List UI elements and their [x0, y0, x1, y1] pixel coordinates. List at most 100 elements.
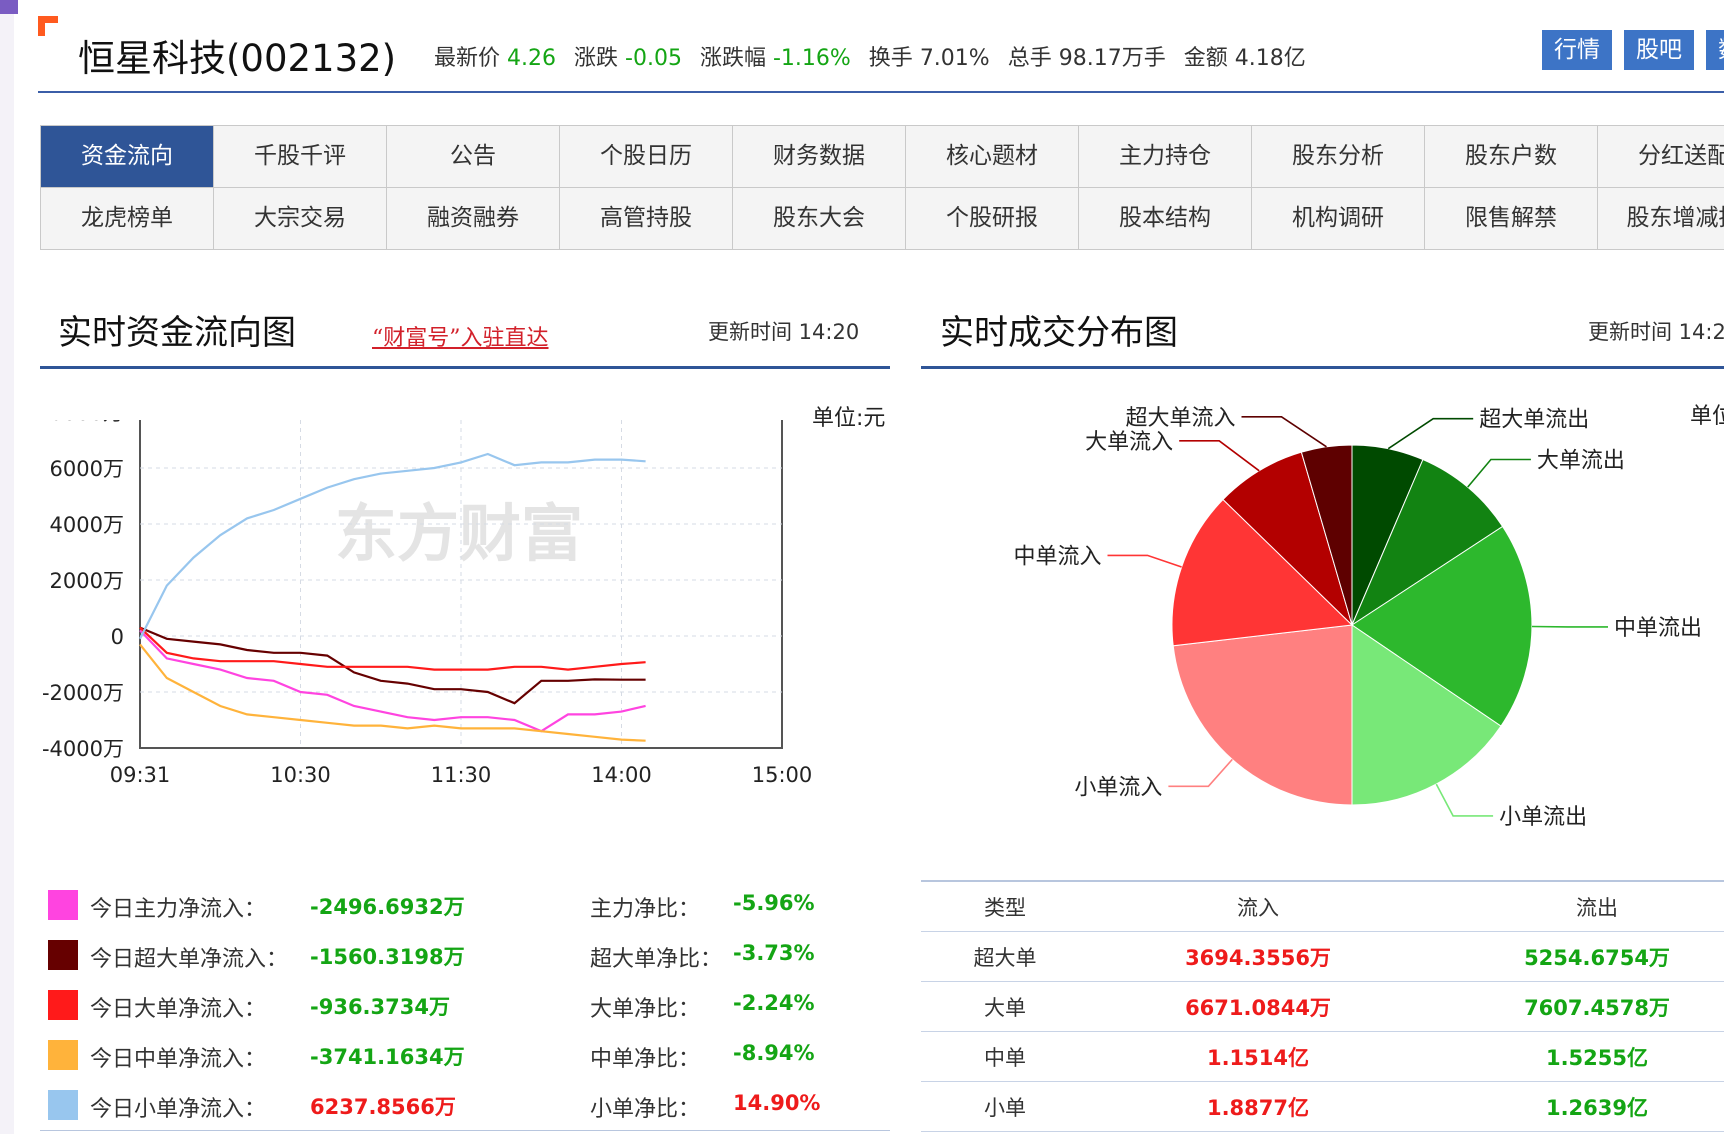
table-cell: 1.5255亿: [1545, 1045, 1649, 1070]
flow-line-chart: 东方财富 8000万 6000万 4000万 2000万 0 -2000万 -4000万09:…: [42, 420, 813, 787]
nav-tab[interactable]: 个股研报: [906, 188, 1079, 250]
distribution-update-time: 更新时间 14:20: [1588, 320, 1724, 344]
legend-ratio-value: -5.96%: [733, 891, 815, 915]
nav-tab[interactable]: 大宗交易: [214, 188, 387, 250]
legend-swatch: [48, 1090, 78, 1120]
legend-row: 今日小单净流入： 6237.8566万 小单净比： 14.90%: [48, 1082, 898, 1132]
quote-value: 98.17万手: [1058, 46, 1166, 71]
nav-tab[interactable]: 股东分析: [1252, 126, 1425, 188]
table-cell: 小单: [984, 1095, 1026, 1120]
nav-tab[interactable]: 限售解禁: [1425, 188, 1598, 250]
legend-ratio-label: 主力净比：: [590, 897, 701, 922]
watermark-text: 东方财富: [335, 497, 583, 570]
quote-item: 金额 4.18亿: [1184, 46, 1306, 71]
series-line-3: [139, 643, 646, 742]
nav-tab[interactable]: 千股千评: [214, 126, 387, 188]
legend-row: 今日超大单净流入： -1560.3198万 超大单净比： -3.73%: [48, 932, 898, 982]
nav-tab[interactable]: 核心题材: [906, 126, 1079, 188]
quote-value: 4.26: [507, 46, 556, 71]
nav-tab[interactable]: 资金流向: [41, 126, 214, 188]
quote-value: -1.16%: [772, 46, 851, 71]
legend-swatch: [48, 990, 78, 1020]
legend-value: -2496.6932万: [310, 895, 465, 919]
top-button-2[interactable]: 数: [1706, 30, 1724, 70]
distribution-section-rule: [921, 366, 1724, 369]
table-cell: 中单: [984, 1045, 1026, 1070]
nav-tab[interactable]: 股东户数: [1425, 126, 1598, 188]
stock-title: 恒星科技(002132): [78, 37, 397, 80]
table-header-cell: 流出: [1576, 895, 1618, 920]
top-button-0[interactable]: 行情: [1542, 30, 1612, 70]
pie-label: 中单流入: [1014, 544, 1102, 569]
pie-leader-line: [1107, 554, 1182, 568]
legend-label: 今日大单净流入：: [90, 997, 267, 1022]
legend-label: 今日中单净流入：: [90, 1047, 267, 1072]
y-tick-label: 4000万: [50, 513, 124, 537]
table-cell: 1.1514亿: [1206, 1045, 1310, 1070]
pie-label: 中单流出: [1614, 616, 1702, 641]
caifuhao-link[interactable]: “财富号”入驻直达: [372, 320, 549, 352]
nav-tab[interactable]: 融资融券: [387, 188, 560, 250]
corner-mark: [0, 0, 18, 14]
table-row: 超大单 3694.3556万 5254.6754万: [921, 932, 1724, 982]
table-cell: 大单: [984, 995, 1026, 1020]
quote-label: 涨跌: [574, 46, 619, 71]
table-cell: 1.2639亿: [1545, 1095, 1649, 1120]
table-cell: 7607.4578万: [1524, 995, 1670, 1020]
flow-legend: 今日主力净流入： -2496.6932万 主力净比： -5.96% 今日超大单净流入： -…: [48, 882, 898, 1132]
pie-label: 小单流出: [1499, 805, 1587, 830]
table-row: 中单 1.1514亿 1.5255亿: [921, 1032, 1724, 1082]
pie-slice-4: [1172, 624, 1353, 806]
legend-label: 今日小单净流入：: [90, 1097, 267, 1122]
quote-label: 换手: [868, 46, 913, 71]
nav-tab[interactable]: 股本结构: [1079, 188, 1252, 250]
nav-tab[interactable]: 主力持仓: [1079, 126, 1252, 188]
table-header-cell: 类型: [984, 895, 1026, 920]
legend-row: 今日主力净流入： -2496.6932万 主力净比： -5.96%: [48, 882, 898, 932]
nav-tab[interactable]: 财务数据: [733, 126, 906, 188]
nav-tab[interactable]: 高管持股: [560, 188, 733, 250]
table-cell: 6671.0844万: [1185, 995, 1331, 1020]
y-tick-label: 2000万: [50, 569, 124, 593]
legend-ratio-label: 大单净比：: [590, 997, 701, 1022]
table-cell: 1.8877亿: [1206, 1095, 1310, 1120]
y-tick-label: -4000万: [42, 737, 124, 761]
pie-label: 超大单流出: [1479, 408, 1589, 433]
legend-ratio-value: -8.94%: [733, 1041, 815, 1065]
nav-tab[interactable]: 股东增减持: [1598, 188, 1724, 250]
x-tick-label: 15:00: [752, 763, 813, 787]
quote-label: 金额: [1183, 46, 1228, 71]
x-tick-label: 09:31: [110, 763, 171, 787]
pie-leader-line: [1467, 458, 1531, 488]
pie-leader-line: [1435, 783, 1494, 817]
quote-item: 总手 98.17万手: [1008, 46, 1166, 71]
nav-grid: 资金流向 千股千评 公告 个股日历 财务数据 核心题材 主力持仓 股东分析 股东户数 分红送配 龙…: [40, 125, 1724, 250]
legend-ratio-label: 小单净比：: [590, 1097, 701, 1122]
legend-value: -3741.1634万: [310, 1045, 465, 1069]
nav-tab[interactable]: 个股日历: [560, 126, 733, 188]
legend-label: 今日超大单净流入：: [90, 947, 289, 972]
nav-tab[interactable]: 股东大会: [733, 188, 906, 250]
pie-label: 超大单流入: [1125, 406, 1235, 431]
x-tick-label: 14:00: [591, 763, 652, 787]
top-buttons: 行情股吧数: [1542, 30, 1724, 70]
legend-value: -1560.3198万: [310, 945, 465, 969]
legend-ratio-label: 超大单净比：: [590, 947, 723, 972]
table-cell: 5254.6754万: [1524, 945, 1670, 970]
quote-bar: 最新价 4.26 涨跌 -0.05 涨跌幅 -1.16% 换手 7.01% 总手 98.…: [434, 40, 1324, 72]
nav-tab[interactable]: 龙虎榜单: [41, 188, 214, 250]
x-tick-label: 11:30: [431, 763, 492, 787]
table-row: 大单 6671.0844万 7607.4578万: [921, 982, 1724, 1032]
distribution-title: 实时成交分布图: [940, 313, 1178, 353]
nav-tab[interactable]: 公告: [387, 126, 560, 188]
table-row: 小单 1.8877亿 1.2639亿: [921, 1082, 1724, 1132]
brand-corner-icon: [38, 16, 58, 36]
nav-tab[interactable]: 分红送配: [1598, 126, 1724, 188]
flow-section-rule: [40, 366, 890, 369]
table-cell: 超大单: [973, 945, 1037, 970]
quote-value: 4.18亿: [1234, 46, 1306, 71]
legend-value: 6237.8566万: [310, 1095, 456, 1119]
top-button-1[interactable]: 股吧: [1624, 30, 1694, 70]
pie-leader-line: [1387, 417, 1474, 450]
nav-tab[interactable]: 机构调研: [1252, 188, 1425, 250]
